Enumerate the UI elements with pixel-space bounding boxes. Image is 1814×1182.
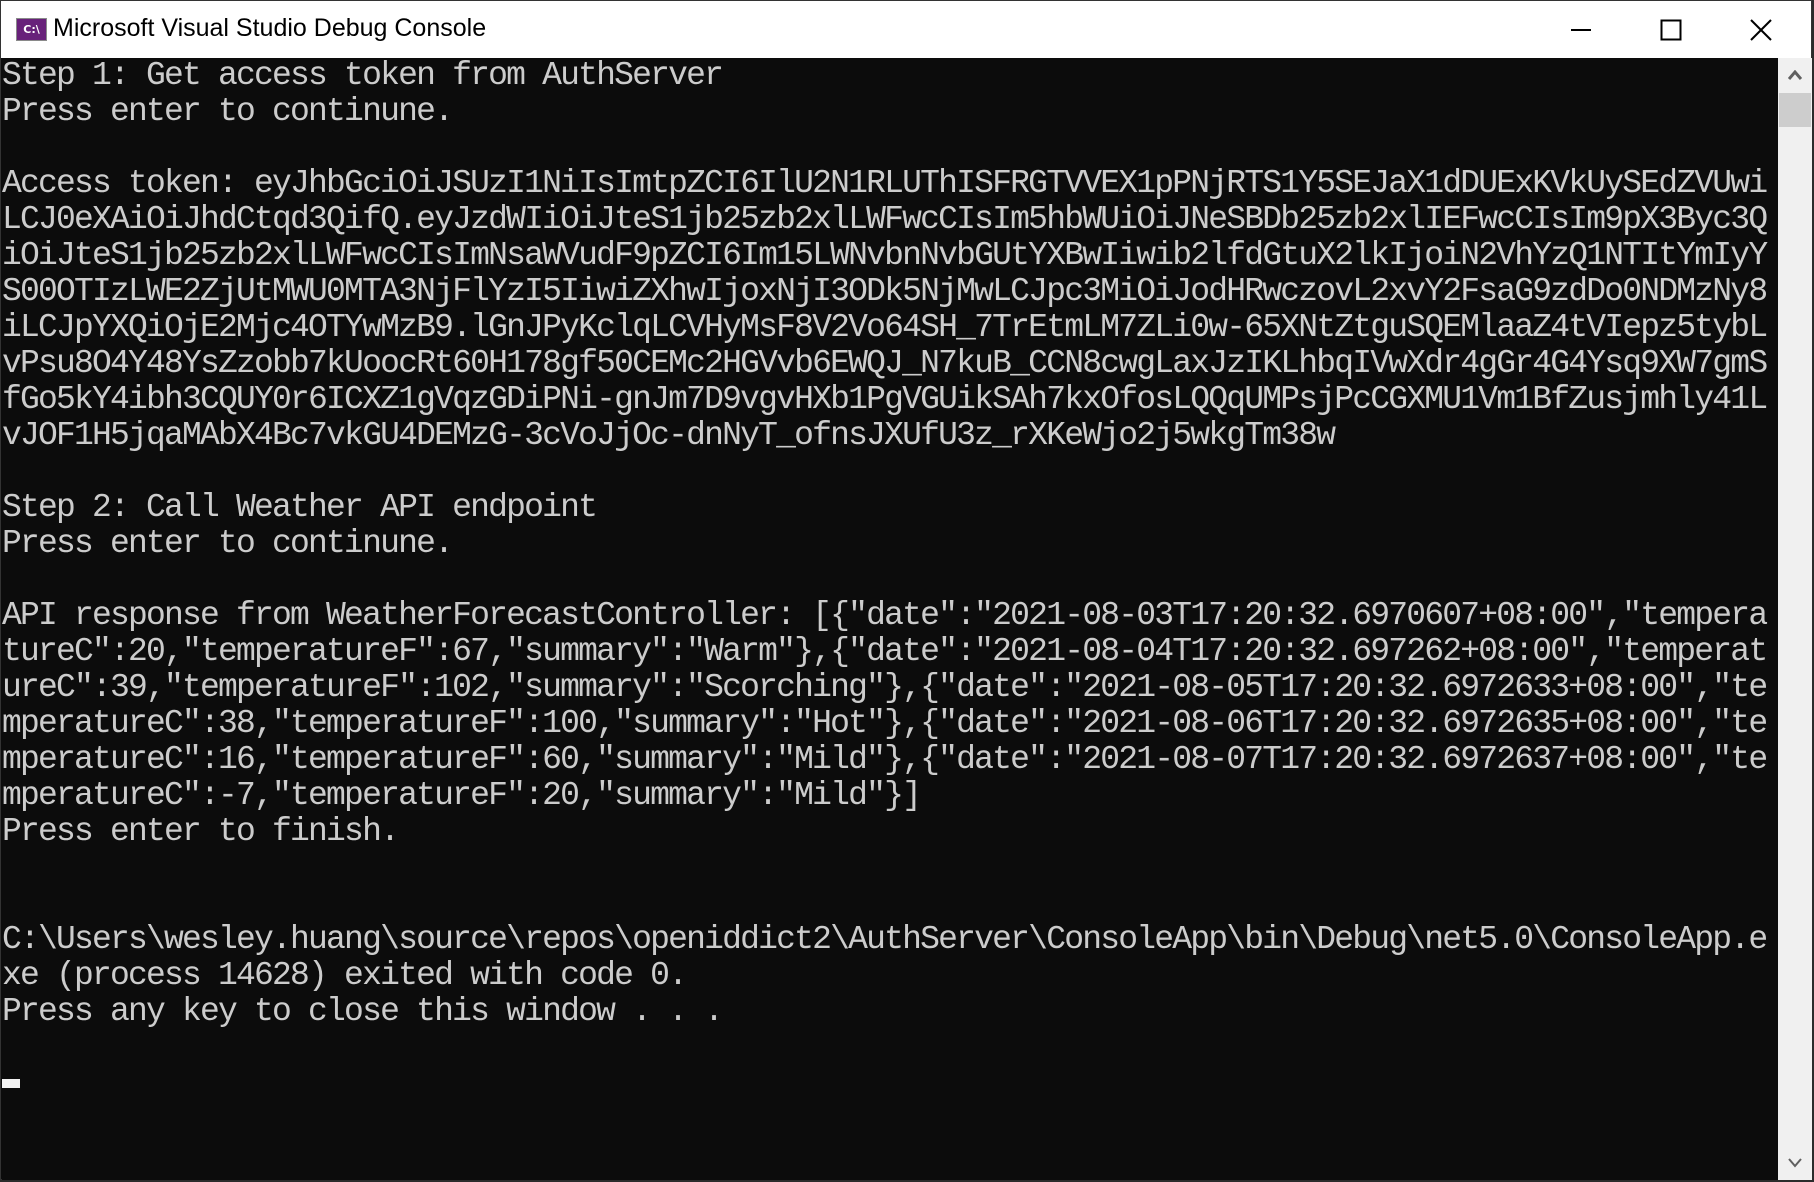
console-line: xe (process 14628) exited with code 0. bbox=[2, 957, 688, 994]
title-bar[interactable]: C:\ Microsoft Visual Studio Debug Consol… bbox=[1, 1, 1811, 58]
chevron-up-icon bbox=[1788, 70, 1802, 80]
console-line: tureC":20,"temperatureF":67,"summary":"W… bbox=[2, 633, 1768, 670]
console-line: mperatureC":-7,"temperatureF":20,"summar… bbox=[2, 777, 922, 814]
close-icon bbox=[1750, 18, 1772, 41]
console-line: ureC":39,"temperatureF":102,"summary":"S… bbox=[2, 669, 1768, 706]
maximize-button[interactable] bbox=[1626, 1, 1716, 58]
console-line: iOiJteS1jb25zb2xlLWFwcCIsImNsaWVudF9pZCI… bbox=[2, 237, 1768, 274]
console-line: Press enter to finish. bbox=[2, 813, 400, 850]
text-cursor bbox=[2, 1078, 20, 1088]
minimize-button[interactable] bbox=[1536, 1, 1626, 58]
console-line: Access token: eyJhbGciOiJSUzI1NiIsImtpZC… bbox=[2, 165, 1768, 202]
window-title: Microsoft Visual Studio Debug Console bbox=[53, 14, 487, 42]
console-line: mperatureC":16,"temperatureF":60,"summar… bbox=[2, 741, 1768, 778]
console-line: vJOF1H5jqaMAbX4Bc7vkGU4DEMzG-3cVoJjOc-dn… bbox=[2, 417, 1336, 454]
console-line: Press enter to continune. bbox=[2, 93, 454, 130]
console-cursor-line bbox=[2, 1066, 1778, 1102]
console-line: vPsu8O4Y48YsZzobb7kUoocRt60H178gf50CEMc2… bbox=[2, 345, 1768, 382]
scrollbar-thumb[interactable] bbox=[1779, 93, 1811, 127]
console-text: Step 1: Get access token from AuthServer… bbox=[2, 58, 1778, 1102]
console-output[interactable]: Step 1: Get access token from AuthServer… bbox=[2, 58, 1778, 1180]
console-line: Step 1: Get access token from AuthServer bbox=[2, 58, 724, 94]
console-window: C:\ Microsoft Visual Studio Debug Consol… bbox=[0, 0, 1812, 1180]
maximize-icon bbox=[1660, 19, 1682, 40]
scroll-down-button[interactable] bbox=[1778, 1146, 1812, 1180]
vertical-scrollbar[interactable] bbox=[1778, 58, 1812, 1180]
close-button[interactable] bbox=[1716, 1, 1806, 58]
console-line: Step 2: Call Weather API endpoint bbox=[2, 489, 598, 526]
minimize-icon bbox=[1571, 28, 1591, 31]
chevron-down-icon bbox=[1788, 1158, 1802, 1168]
console-line: mperatureC":38,"temperatureF":100,"summa… bbox=[2, 705, 1768, 742]
console-line: API response from WeatherForecastControl… bbox=[2, 597, 1768, 634]
console-line: LCJ0eXAiOiJhdCtqd3QifQ.eyJzdWIiOiJteS1jb… bbox=[2, 201, 1768, 238]
console-app-icon: C:\ bbox=[16, 18, 47, 41]
console-line: Press enter to continune. bbox=[2, 525, 454, 562]
console-line: fGo5kY4ibh3CQUY0r6ICXZ1gVqzGDiPNi-gnJm7D… bbox=[2, 381, 1768, 418]
console-line: iLCJpYXQiOjE2Mjc4OTYwMzB9.lGnJPyKclqLCVH… bbox=[2, 309, 1768, 346]
scroll-up-button[interactable] bbox=[1778, 58, 1812, 92]
console-line: Press any key to close this window . . . bbox=[2, 993, 724, 1030]
console-line: S00OTIzLWE2ZjUtMWU0MTA3NjFlYzI5IiwiZXhwI… bbox=[2, 273, 1768, 310]
console-line: C:\Users\wesley.huang\source\repos\openi… bbox=[2, 921, 1768, 958]
